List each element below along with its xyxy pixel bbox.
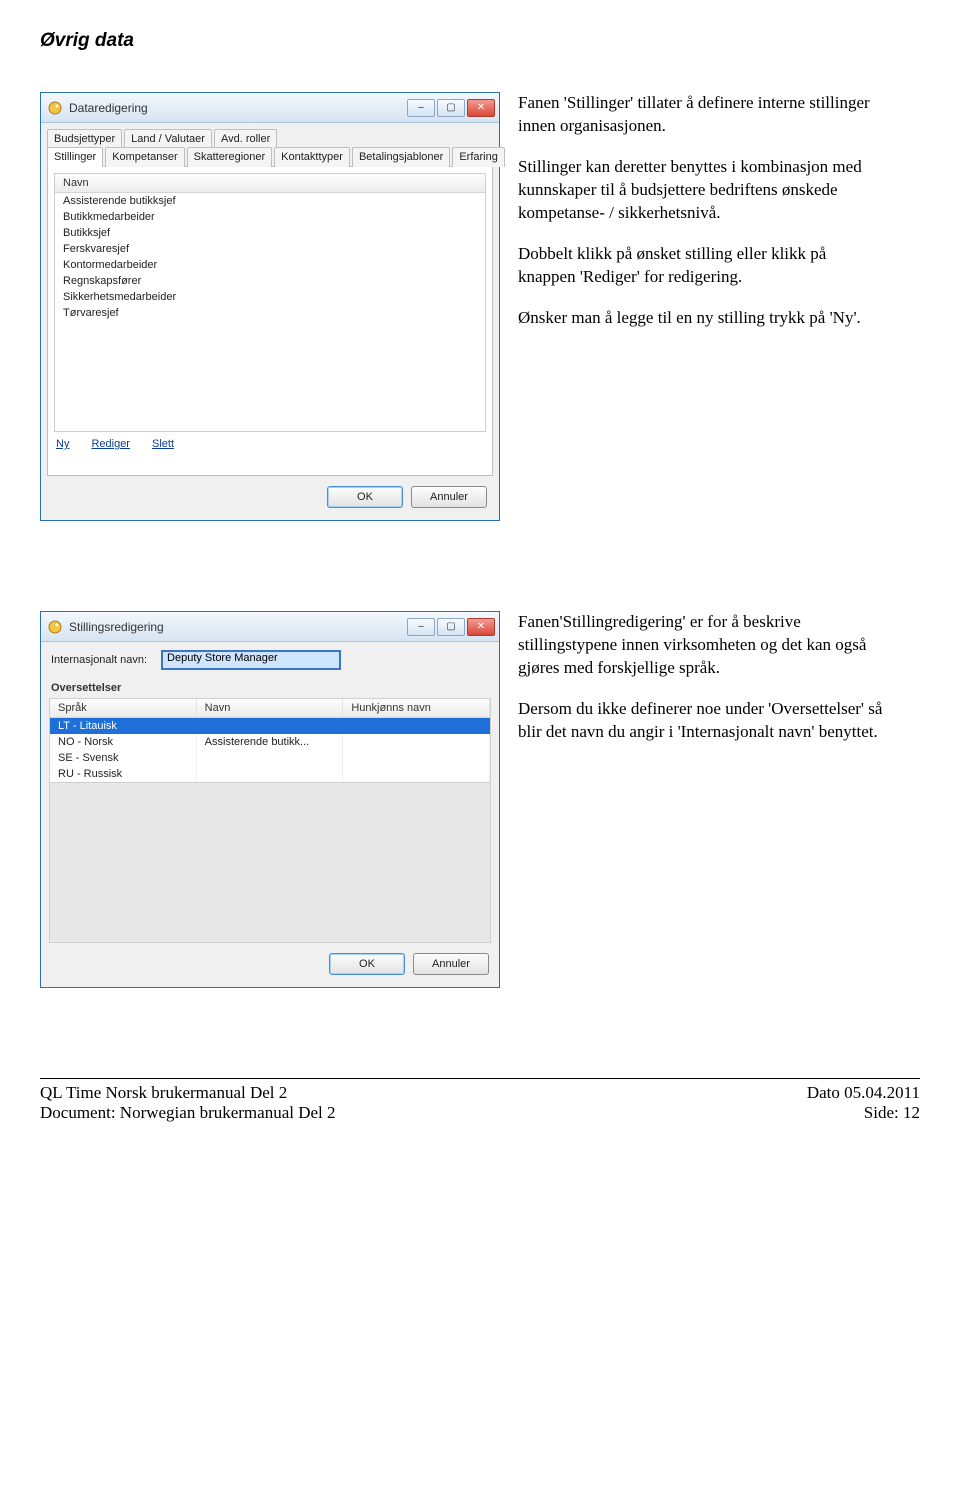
description-1: Fanen 'Stillinger' tillater å definere i… bbox=[518, 92, 888, 521]
cancel-button[interactable]: Annuler bbox=[413, 953, 489, 975]
tab-panel: Navn Assisterende butikksjef Butikkmedar… bbox=[47, 166, 493, 476]
group-label-oversettelser: Oversettelser bbox=[41, 674, 499, 698]
td bbox=[197, 718, 344, 734]
cancel-button[interactable]: Annuler bbox=[411, 486, 487, 508]
td: RU - Russisk bbox=[50, 766, 197, 782]
tab-avd-roller[interactable]: Avd. roller bbox=[214, 129, 277, 148]
desc1-p4: Ønsker man å legge til en ny stilling tr… bbox=[518, 307, 888, 330]
list-panel: Navn Assisterende butikksjef Butikkmedar… bbox=[54, 173, 486, 432]
tab-kontakttyper[interactable]: Kontakttyper bbox=[274, 147, 350, 167]
table-row[interactable]: NO - Norsk Assisterende butikk... bbox=[50, 734, 490, 750]
window-stillingsredigering: Stillingsredigering – ▢ ✕ Internasjonalt… bbox=[40, 611, 500, 988]
translations-table: Språk Navn Hunkjønns navn LT - Litauisk … bbox=[49, 698, 491, 783]
link-rediger[interactable]: Rediger bbox=[91, 438, 130, 450]
tab-skatteregioner[interactable]: Skatteregioner bbox=[187, 147, 273, 167]
footer-left-2: Document: Norwegian brukermanual Del 2 bbox=[40, 1103, 336, 1123]
tabs-row-1: Budsjettyper Land / Valutaer Avd. roller bbox=[47, 129, 493, 148]
list-item[interactable]: Sikkerhetsmedarbeider bbox=[55, 289, 485, 305]
th-navn[interactable]: Navn bbox=[197, 699, 344, 717]
ok-button[interactable]: OK bbox=[329, 953, 405, 975]
td bbox=[197, 750, 344, 766]
td: NO - Norsk bbox=[50, 734, 197, 750]
close-button[interactable]: ✕ bbox=[467, 99, 495, 117]
window-title: Dataredigering bbox=[69, 101, 148, 115]
desc2-p1: Fanen'Stillingredigering' er for å beskr… bbox=[518, 611, 888, 680]
list-item[interactable]: Butikksjef bbox=[55, 225, 485, 241]
app-icon bbox=[47, 100, 63, 116]
table-row[interactable]: RU - Russisk bbox=[50, 766, 490, 782]
tab-stillinger[interactable]: Stillinger bbox=[47, 147, 103, 167]
window-title: Stillingsredigering bbox=[69, 620, 164, 634]
window-dataredigering: Dataredigering – ▢ ✕ Budsjettyper Land /… bbox=[40, 92, 500, 521]
section-2: Stillingsredigering – ▢ ✕ Internasjonalt… bbox=[40, 611, 920, 988]
column-header-navn[interactable]: Navn bbox=[55, 174, 485, 193]
footer-left-1: QL Time Norsk brukermanual Del 2 bbox=[40, 1083, 287, 1103]
app-icon bbox=[47, 619, 63, 635]
titlebar: Stillingsredigering – ▢ ✕ bbox=[41, 612, 499, 642]
td bbox=[343, 734, 490, 750]
td bbox=[343, 718, 490, 734]
list-item[interactable]: Tørvaresjef bbox=[55, 305, 485, 321]
page-heading: Øvrig data bbox=[40, 30, 920, 52]
desc1-p2: Stillinger kan deretter benyttes i kombi… bbox=[518, 156, 888, 225]
desc1-p1: Fanen 'Stillinger' tillater å definere i… bbox=[518, 92, 888, 138]
list-item[interactable]: Butikkmedarbeider bbox=[55, 209, 485, 225]
link-slett[interactable]: Slett bbox=[152, 438, 174, 450]
empty-area bbox=[49, 783, 491, 943]
tab-betalingsjabloner[interactable]: Betalingsjabloner bbox=[352, 147, 450, 167]
tabs-row-2: Stillinger Kompetanser Skatteregioner Ko… bbox=[47, 147, 493, 167]
maximize-button[interactable]: ▢ bbox=[437, 99, 465, 117]
list-item[interactable]: Regnskapsfører bbox=[55, 273, 485, 289]
desc2-p2: Dersom du ikke definerer noe under 'Over… bbox=[518, 698, 888, 744]
td bbox=[343, 750, 490, 766]
th-sprak[interactable]: Språk bbox=[50, 699, 197, 717]
minimize-button[interactable]: – bbox=[407, 618, 435, 636]
th-hunkjonns-navn[interactable]: Hunkjønns navn bbox=[343, 699, 490, 717]
list-item[interactable]: Kontormedarbeider bbox=[55, 257, 485, 273]
td: Assisterende butikk... bbox=[197, 734, 344, 750]
td: LT - Litauisk bbox=[50, 718, 197, 734]
ok-button[interactable]: OK bbox=[327, 486, 403, 508]
section-1: Dataredigering – ▢ ✕ Budsjettyper Land /… bbox=[40, 92, 920, 521]
description-2: Fanen'Stillingredigering' er for å beskr… bbox=[518, 611, 888, 988]
td: SE - Svensk bbox=[50, 750, 197, 766]
tab-budsjettyper[interactable]: Budsjettyper bbox=[47, 129, 122, 148]
table-row[interactable]: LT - Litauisk bbox=[50, 718, 490, 734]
page-footer: QL Time Norsk brukermanual Del 2 Dato 05… bbox=[40, 1078, 920, 1123]
table-row[interactable]: SE - Svensk bbox=[50, 750, 490, 766]
tab-kompetanser[interactable]: Kompetanser bbox=[105, 147, 184, 167]
input-internasjonalt-navn[interactable]: Deputy Store Manager bbox=[161, 650, 341, 670]
footer-right-1: Dato 05.04.2011 bbox=[807, 1083, 920, 1103]
label-internasjonalt-navn: Internasjonalt navn: bbox=[51, 654, 147, 666]
td bbox=[343, 766, 490, 782]
tab-land-valutaer[interactable]: Land / Valutaer bbox=[124, 129, 212, 148]
footer-right-2: Side: 12 bbox=[864, 1103, 920, 1123]
td bbox=[197, 766, 344, 782]
link-ny[interactable]: Ny bbox=[56, 438, 69, 450]
maximize-button[interactable]: ▢ bbox=[437, 618, 465, 636]
list-item[interactable]: Assisterende butikksjef bbox=[55, 193, 485, 209]
titlebar: Dataredigering – ▢ ✕ bbox=[41, 93, 499, 123]
minimize-button[interactable]: – bbox=[407, 99, 435, 117]
close-button[interactable]: ✕ bbox=[467, 618, 495, 636]
list-item[interactable]: Ferskvaresjef bbox=[55, 241, 485, 257]
desc1-p3: Dobbelt klikk på ønsket stilling eller k… bbox=[518, 243, 888, 289]
tab-erfaring[interactable]: Erfaring bbox=[452, 147, 505, 167]
